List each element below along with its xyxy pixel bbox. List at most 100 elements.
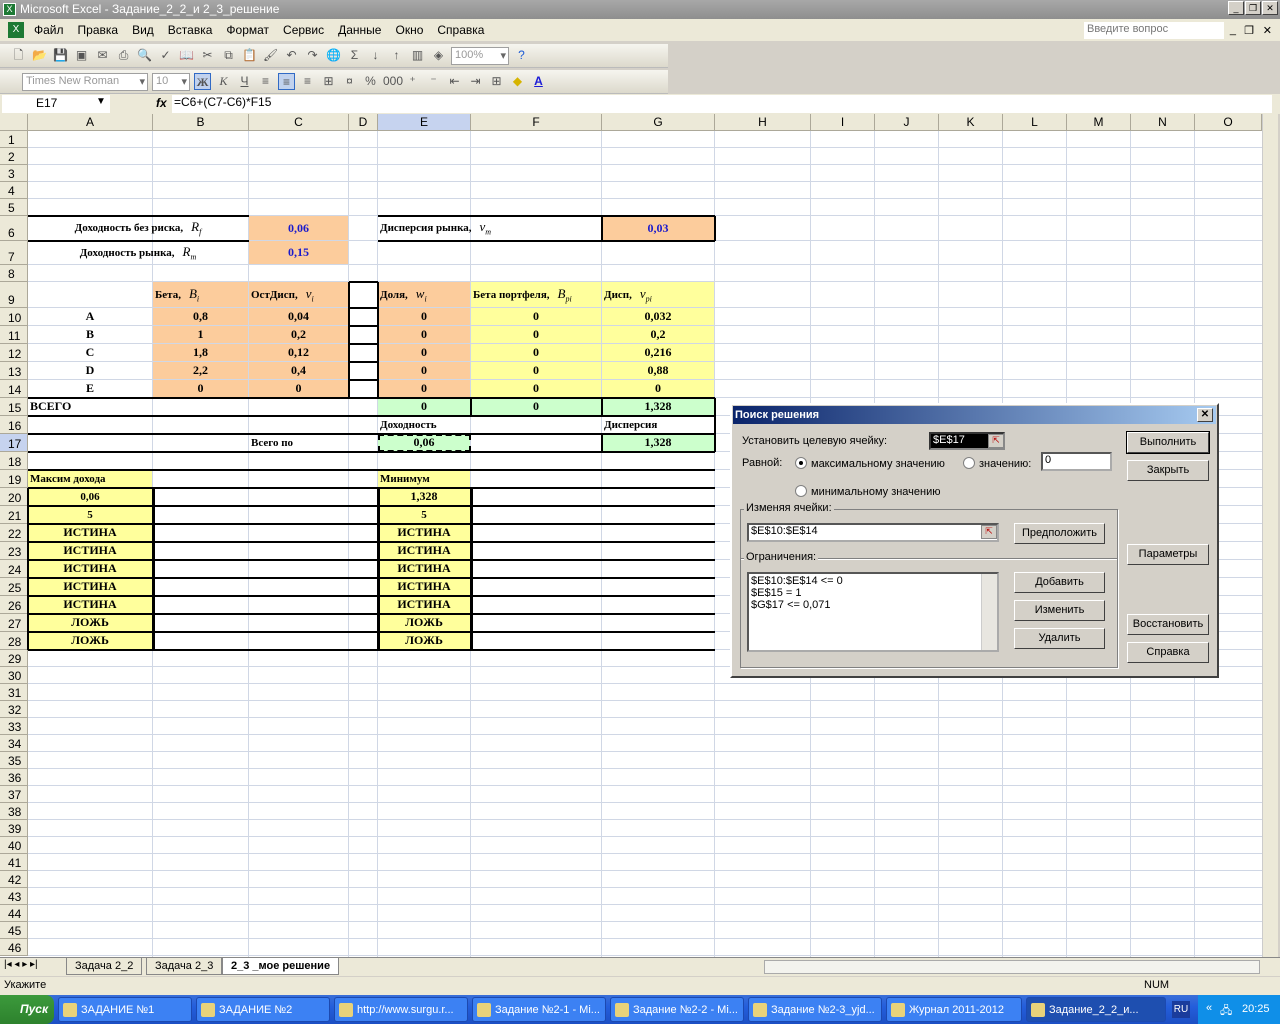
close-button[interactable]: Закрыть [1127,460,1209,481]
font-select[interactable]: Times New Roman [22,72,148,91]
constraints-list[interactable]: $E$10:$E$14 <= 0 $E$15 = 1 $G$17 <= 0,07… [747,572,999,652]
row-header-8[interactable]: 8 [0,265,28,282]
column-header-N[interactable]: N [1131,114,1195,131]
cell-E10[interactable]: 0 [378,308,470,325]
changing-cells-input[interactable]: $E$10:$E$14 [747,523,999,542]
column-header-M[interactable]: M [1067,114,1131,131]
cell-A10[interactable]: A [28,308,152,325]
cell-A25[interactable]: ИСТИНА [28,578,152,595]
workbook-icon[interactable]: X [8,22,24,38]
row-header-14[interactable]: 14 [0,380,28,398]
copy-icon[interactable]: ⧉ [220,47,237,64]
percent-icon[interactable]: % [362,73,379,90]
help-button[interactable]: Справка [1127,642,1209,663]
cell-F9[interactable]: Бета портфеля, Bpi [471,282,601,307]
taskbar-item[interactable]: http://www.surgu.r... [334,997,468,1022]
print-icon[interactable]: ⎙ [115,47,132,64]
save-icon[interactable]: 💾 [52,47,69,64]
menu-view[interactable]: Вид [132,23,154,37]
range-picker-icon[interactable]: ⇱ [981,525,997,539]
row-header-30[interactable]: 30 [0,667,28,684]
italic-button[interactable]: К [215,73,232,90]
row-header-39[interactable]: 39 [0,820,28,837]
cell-E14[interactable]: 0 [378,380,470,397]
taskbar-item[interactable]: Задание №2-3_yjd... [748,997,882,1022]
cell-C11[interactable]: 0,2 [249,326,348,343]
cell-A15[interactable]: ВСЕГО [28,398,152,415]
cell-A26[interactable]: ИСТИНА [28,596,152,613]
help-icon[interactable]: ? [513,47,530,64]
row-header-18[interactable]: 18 [0,452,28,470]
cell-A28[interactable]: ЛОЖЬ [28,632,152,649]
run-button[interactable]: Выполнить [1126,431,1210,454]
row-header-2[interactable]: 2 [0,148,28,165]
cell-C10[interactable]: 0,04 [249,308,348,325]
zoom-select[interactable]: 100% [451,46,509,65]
cell-E22[interactable]: ИСТИНА [378,524,470,541]
row-header-19[interactable]: 19 [0,470,28,488]
row-header-34[interactable]: 34 [0,735,28,752]
row-header-21[interactable]: 21 [0,506,28,524]
row-header-17[interactable]: 17 [0,434,28,452]
horizontal-scrollbar[interactable] [764,960,1260,974]
taskbar-item[interactable]: Задание №2-1 - Mi... [472,997,606,1022]
redo-icon[interactable]: ↷ [304,47,321,64]
chart-icon[interactable]: ▥ [409,47,426,64]
currency-icon[interactable]: ¤ [341,73,358,90]
column-header-A[interactable]: A [28,114,153,131]
cell-E20[interactable]: 1,328 [378,488,470,505]
start-button[interactable]: Пуск [0,995,54,1024]
column-header-D[interactable]: D [349,114,378,131]
menu-edit[interactable]: Правка [78,23,119,37]
value-input[interactable]: 0 [1041,452,1112,471]
drawing-icon[interactable]: ◈ [430,47,447,64]
cell-E25[interactable]: ИСТИНА [378,578,470,595]
cell-E9[interactable]: Доля, wi [378,282,470,307]
column-header-I[interactable]: I [811,114,875,131]
cell-F13[interactable]: 0 [471,362,601,379]
row-header-23[interactable]: 23 [0,542,28,560]
row-header-10[interactable]: 10 [0,308,28,326]
doc-restore-button[interactable]: ❐ [1244,24,1254,37]
cell-E21[interactable]: 5 [378,506,470,523]
open-icon[interactable]: 📂 [31,47,48,64]
decrease-indent-icon[interactable]: ⇤ [446,73,463,90]
cell-E16[interactable]: Доходность [378,416,470,433]
email-icon[interactable]: ✉ [94,47,111,64]
options-button[interactable]: Параметры [1127,544,1209,565]
hyperlink-icon[interactable]: 🌐 [325,47,342,64]
new-icon[interactable]: 🗋 [10,47,27,64]
row-header-43[interactable]: 43 [0,888,28,905]
menu-help[interactable]: Справка [437,23,484,37]
row-header-22[interactable]: 22 [0,524,28,542]
row-header-31[interactable]: 31 [0,684,28,701]
change-button[interactable]: Изменить [1014,600,1105,621]
dialog-close-button[interactable]: ✕ [1197,408,1213,422]
cell-F10[interactable]: 0 [471,308,601,325]
spelling-icon[interactable]: ✓ [157,47,174,64]
cell-F15[interactable]: 0 [471,398,601,415]
taskbar-item[interactable]: ЗАДАНИЕ №2 [196,997,330,1022]
row-header-26[interactable]: 26 [0,596,28,614]
font-color-icon[interactable]: A [530,73,547,90]
radio-value-label[interactable]: значению: [979,458,1031,470]
cell-G14[interactable]: 0 [602,380,714,397]
guess-button[interactable]: Предположить [1014,523,1105,544]
tray-expand-icon[interactable]: « [1206,1002,1212,1014]
column-header-G[interactable]: G [602,114,715,131]
reset-button[interactable]: Восстановить [1127,614,1209,635]
merge-center-icon[interactable]: ⊞ [320,73,337,90]
chevron-down-icon[interactable]: ▼ [96,96,106,107]
row-header-13[interactable]: 13 [0,362,28,380]
thousands-icon[interactable]: 000 [383,73,403,90]
cell-A11[interactable]: B [28,326,152,343]
cell-G9[interactable]: Дисп, vpi [602,282,714,307]
cell-C17[interactable]: Всего по [249,434,348,451]
autosum-icon[interactable]: Σ [346,47,363,64]
undo-icon[interactable]: ↶ [283,47,300,64]
column-header-L[interactable]: L [1003,114,1067,131]
help-question-input[interactable]: Введите вопрос [1084,22,1224,39]
column-header-O[interactable]: O [1195,114,1262,131]
name-box[interactable]: E17 [2,95,110,113]
minimize-button[interactable]: _ [1228,1,1244,15]
